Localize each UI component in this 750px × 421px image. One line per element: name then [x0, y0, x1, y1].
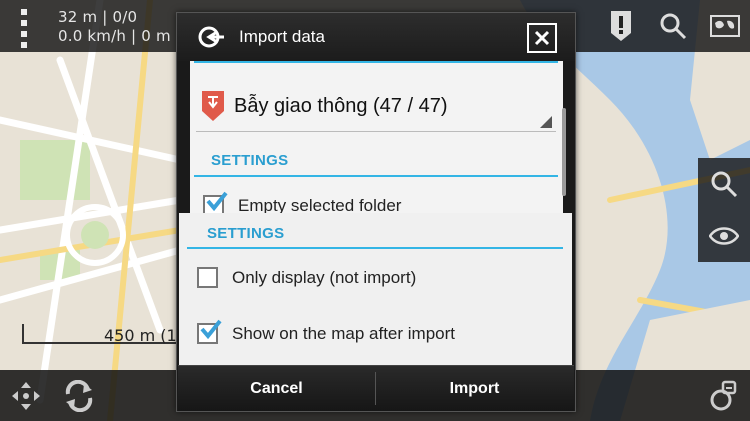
status-speed: 0.0 km/h | 0 m [58, 27, 171, 45]
dropdown-corner-icon [540, 116, 552, 128]
cancel-button[interactable]: Cancel [178, 366, 375, 411]
alert-icon[interactable] [596, 0, 646, 52]
divider [187, 247, 563, 249]
eye-icon[interactable] [698, 210, 750, 262]
grip-icon[interactable] [20, 9, 28, 48]
divider [194, 175, 558, 177]
rotate-icon[interactable] [62, 379, 96, 413]
dialog-body: Bẫy giao thông (47 / 47) SETTINGS Empty … [190, 61, 563, 225]
only-display-label: Only display (not import) [232, 267, 417, 287]
check-icon [200, 319, 222, 339]
folder-selector[interactable]: Bẫy giao thông (47 / 47) [196, 75, 556, 132]
dialog-header: Import data [177, 13, 575, 61]
dialog-title: Import data [239, 27, 325, 46]
move-icon[interactable] [10, 380, 42, 412]
settings-panel: SETTINGS Only display (not import) Show … [179, 213, 572, 365]
show-on-map-label: Show on the map after import [232, 323, 456, 343]
close-icon[interactable] [527, 23, 557, 53]
map-globe-icon[interactable] [700, 0, 750, 52]
search-icon[interactable] [648, 0, 698, 52]
dialog-footer: Cancel Import [178, 365, 574, 411]
back-arrow-icon[interactable] [197, 25, 225, 49]
zoom-icon[interactable] [698, 158, 750, 210]
only-display-option[interactable]: Only display (not import) [197, 267, 416, 288]
front-settings-heading: SETTINGS [207, 225, 285, 242]
show-on-map-checkbox[interactable] [197, 319, 222, 344]
settings-heading: SETTINGS [211, 152, 289, 169]
scale-label: 450 m (17 [104, 326, 187, 345]
status-distance: 32 m | 0/0 [58, 8, 138, 26]
check-icon [206, 191, 228, 211]
only-display-checkbox[interactable] [197, 267, 218, 288]
import-button[interactable]: Import [376, 366, 573, 411]
scrollbar[interactable] [562, 108, 566, 196]
show-on-map-option[interactable]: Show on the map after import [197, 319, 456, 344]
lock-icon[interactable] [708, 380, 738, 412]
folder-name: Bẫy giao thông (47 / 47) [234, 95, 448, 117]
folder-pin-icon [200, 91, 226, 121]
divider [194, 61, 558, 63]
